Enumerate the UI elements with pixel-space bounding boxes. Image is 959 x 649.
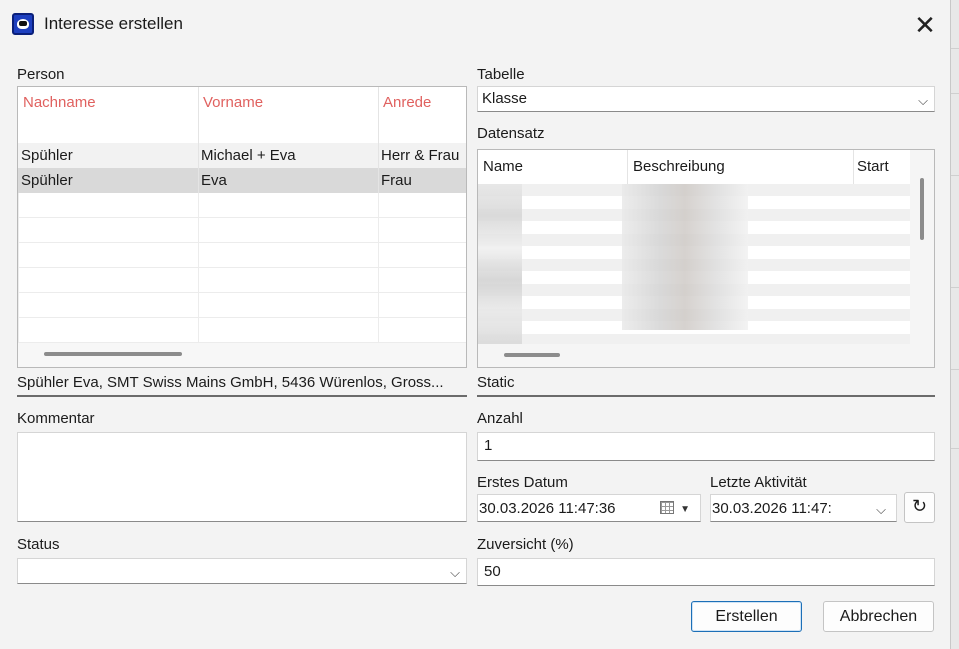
erstes-datum-picker[interactable]: 30.03.2026 11:47:36 ▼ (477, 494, 701, 522)
person-grid-header: Nachname Vorname Anrede (18, 87, 466, 144)
refresh-clock-icon: ↻ (911, 496, 928, 516)
zuversicht-label: Zuversicht (%) (477, 536, 574, 553)
column-header-nachname[interactable]: Nachname (18, 87, 199, 143)
datensatz-grid-header: Name Beschreibung Start (478, 150, 910, 185)
tabelle-label: Tabelle (477, 66, 525, 83)
cancel-button[interactable]: Abbrechen (823, 601, 934, 632)
erstes-datum-label: Erstes Datum (477, 474, 568, 491)
cell-anrede: Herr & Frau (381, 147, 460, 164)
erstes-datum-value: 30.03.2026 11:47:36 (479, 500, 616, 517)
column-header-name[interactable]: Name (478, 150, 628, 184)
table-row-selected[interactable]: Spühler Eva Frau (18, 168, 466, 193)
person-summary: Spühler Eva, SMT Swiss Mains GmbH, 5436 … (17, 374, 444, 391)
person-grid[interactable]: Nachname Vorname Anrede Spühler Michael … (17, 86, 467, 368)
column-header-vorname[interactable]: Vorname (199, 87, 379, 143)
cell-vorname: Michael + Eva (199, 143, 379, 168)
empty-grid-rows (18, 193, 466, 343)
create-button[interactable]: Erstellen (691, 601, 802, 632)
table-row[interactable]: Spühler Michael + Eva Herr & Frau (18, 143, 466, 168)
divider (477, 395, 935, 397)
redacted-description-column (622, 184, 748, 330)
vertical-scrollbar[interactable] (920, 178, 924, 240)
status-label: Status (17, 536, 60, 553)
dropdown-arrow-icon[interactable]: ▼ (680, 498, 690, 522)
datensatz-label: Datensatz (477, 125, 545, 142)
title-bar: Interesse erstellen ✕ (0, 0, 950, 50)
zuversicht-input[interactable]: 50 (477, 558, 935, 586)
calendar-icon[interactable] (660, 501, 674, 514)
column-header-beschreibung[interactable]: Beschreibung (628, 150, 854, 184)
tabelle-dropdown[interactable]: Klasse ⌵ (477, 86, 935, 112)
letzte-aktivitaet-value: 30.03.2026 11:47: (712, 500, 832, 517)
chevron-down-icon: ⌵ (450, 565, 460, 580)
column-header-start[interactable]: Start (854, 150, 910, 184)
graduation-cap-icon (12, 13, 34, 35)
tabelle-value: Klasse (482, 90, 528, 107)
window-title: Interesse erstellen (44, 14, 183, 33)
cell-vorname: Eva (199, 168, 379, 193)
letzte-aktivitaet-dropdown[interactable]: 30.03.2026 11:47: ⌵ (710, 494, 897, 522)
anzahl-label: Anzahl (477, 410, 523, 427)
chevron-down-icon: ⌵ (918, 93, 928, 108)
datensatz-grid[interactable]: Name Beschreibung Start (477, 149, 935, 368)
horizontal-scrollbar[interactable] (44, 352, 182, 356)
create-interest-dialog: Interesse erstellen ✕ Person Nachname Vo… (0, 0, 951, 649)
column-header-anrede[interactable]: Anrede (379, 87, 466, 143)
kommentar-label: Kommentar (17, 410, 95, 427)
letzte-aktivitaet-label: Letzte Aktivität (710, 474, 807, 491)
divider (17, 395, 467, 397)
chevron-down-icon: ⌵ (872, 498, 886, 521)
close-icon[interactable]: ✕ (904, 8, 946, 42)
cell-nachname: Spühler (18, 168, 199, 193)
redacted-name-column (478, 184, 522, 344)
person-label: Person (17, 66, 65, 83)
static-label: Static (477, 374, 515, 391)
refresh-history-button[interactable]: ↻ (904, 492, 935, 523)
status-dropdown[interactable]: ⌵ (17, 558, 467, 584)
anzahl-input[interactable]: 1 (477, 432, 935, 461)
kommentar-textarea[interactable] (17, 432, 467, 522)
cell-nachname: Spühler (18, 143, 199, 168)
horizontal-scrollbar[interactable] (504, 353, 560, 357)
background-window-strip (950, 0, 959, 649)
cell-anrede: Frau (381, 172, 412, 189)
